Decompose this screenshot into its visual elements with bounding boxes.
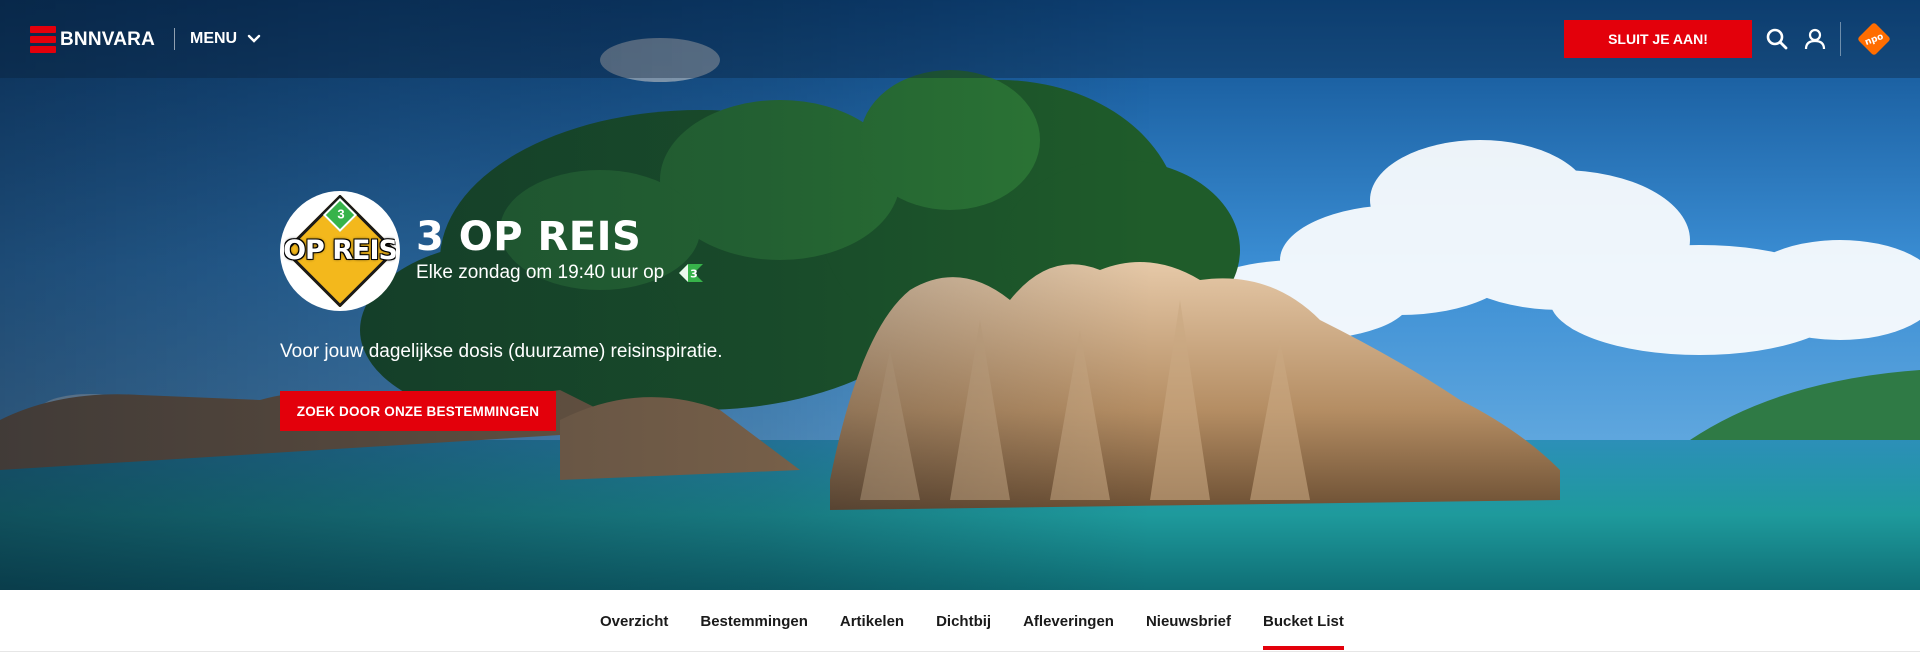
hero-shade bbox=[0, 0, 1920, 590]
show-tagline: Voor jouw dagelijkse dosis (duurzame) re… bbox=[280, 341, 723, 362]
tab-dichtbij[interactable]: Dichtbij bbox=[936, 590, 991, 652]
bnnvara-logo-icon bbox=[30, 26, 56, 54]
user-icon bbox=[1804, 28, 1826, 50]
top-navigation-bar: BNNVARA MENU SLUIT JE AAN! npo bbox=[0, 0, 1920, 78]
show-logo-channel: 3 bbox=[337, 206, 345, 222]
show-title: 3 OP REIS bbox=[416, 214, 642, 260]
npo3-channel-icon: 3 bbox=[679, 264, 704, 282]
broadcast-schedule: Elke zondag om 19:40 uur op 3 bbox=[416, 262, 704, 284]
subnav-list: Overzicht Bestemmingen Artikelen Dichtbij Af… bbox=[600, 590, 1376, 652]
tab-nieuwsbrief[interactable]: Nieuwsbrief bbox=[1146, 590, 1231, 652]
hero-banner bbox=[0, 0, 1920, 590]
tab-afleveringen[interactable]: Afleveringen bbox=[1023, 590, 1114, 652]
tab-bucket-list[interactable]: Bucket List bbox=[1262, 590, 1344, 652]
tab-artikelen[interactable]: Artikelen bbox=[840, 590, 904, 652]
program-subnavigation: Overzicht Bestemmingen Artikelen Dichtbij Af… bbox=[0, 590, 1920, 652]
join-button[interactable]: SLUIT JE AAN! bbox=[1564, 20, 1752, 58]
schedule-text: Elke zondag om 19:40 uur op bbox=[416, 262, 665, 283]
show-logo-text: OP REIS bbox=[284, 235, 396, 266]
chevron-down-icon bbox=[247, 34, 261, 43]
svg-text:3: 3 bbox=[690, 268, 698, 281]
brand-name: BNNVARA bbox=[60, 29, 155, 50]
show-logo: 3 OP REIS bbox=[280, 191, 400, 311]
menu-button[interactable]: MENU bbox=[190, 28, 261, 50]
bnnvara-logo[interactable]: BNNVARA bbox=[30, 26, 155, 54]
search-icon bbox=[1766, 28, 1788, 50]
npo-logo-button[interactable]: npo bbox=[1857, 22, 1891, 56]
search-destinations-button[interactable]: ZOEK DOOR ONZE BESTEMMINGEN bbox=[280, 391, 556, 431]
npo-logo-icon: npo bbox=[1858, 23, 1890, 55]
tab-bestemmingen[interactable]: Bestemmingen bbox=[700, 590, 808, 652]
search-button[interactable] bbox=[1763, 25, 1791, 53]
account-button[interactable] bbox=[1801, 25, 1829, 53]
header-divider bbox=[174, 28, 175, 50]
npo-divider bbox=[1840, 22, 1841, 56]
menu-label: MENU bbox=[190, 30, 238, 47]
tab-overzicht[interactable]: Overzicht bbox=[600, 590, 668, 652]
